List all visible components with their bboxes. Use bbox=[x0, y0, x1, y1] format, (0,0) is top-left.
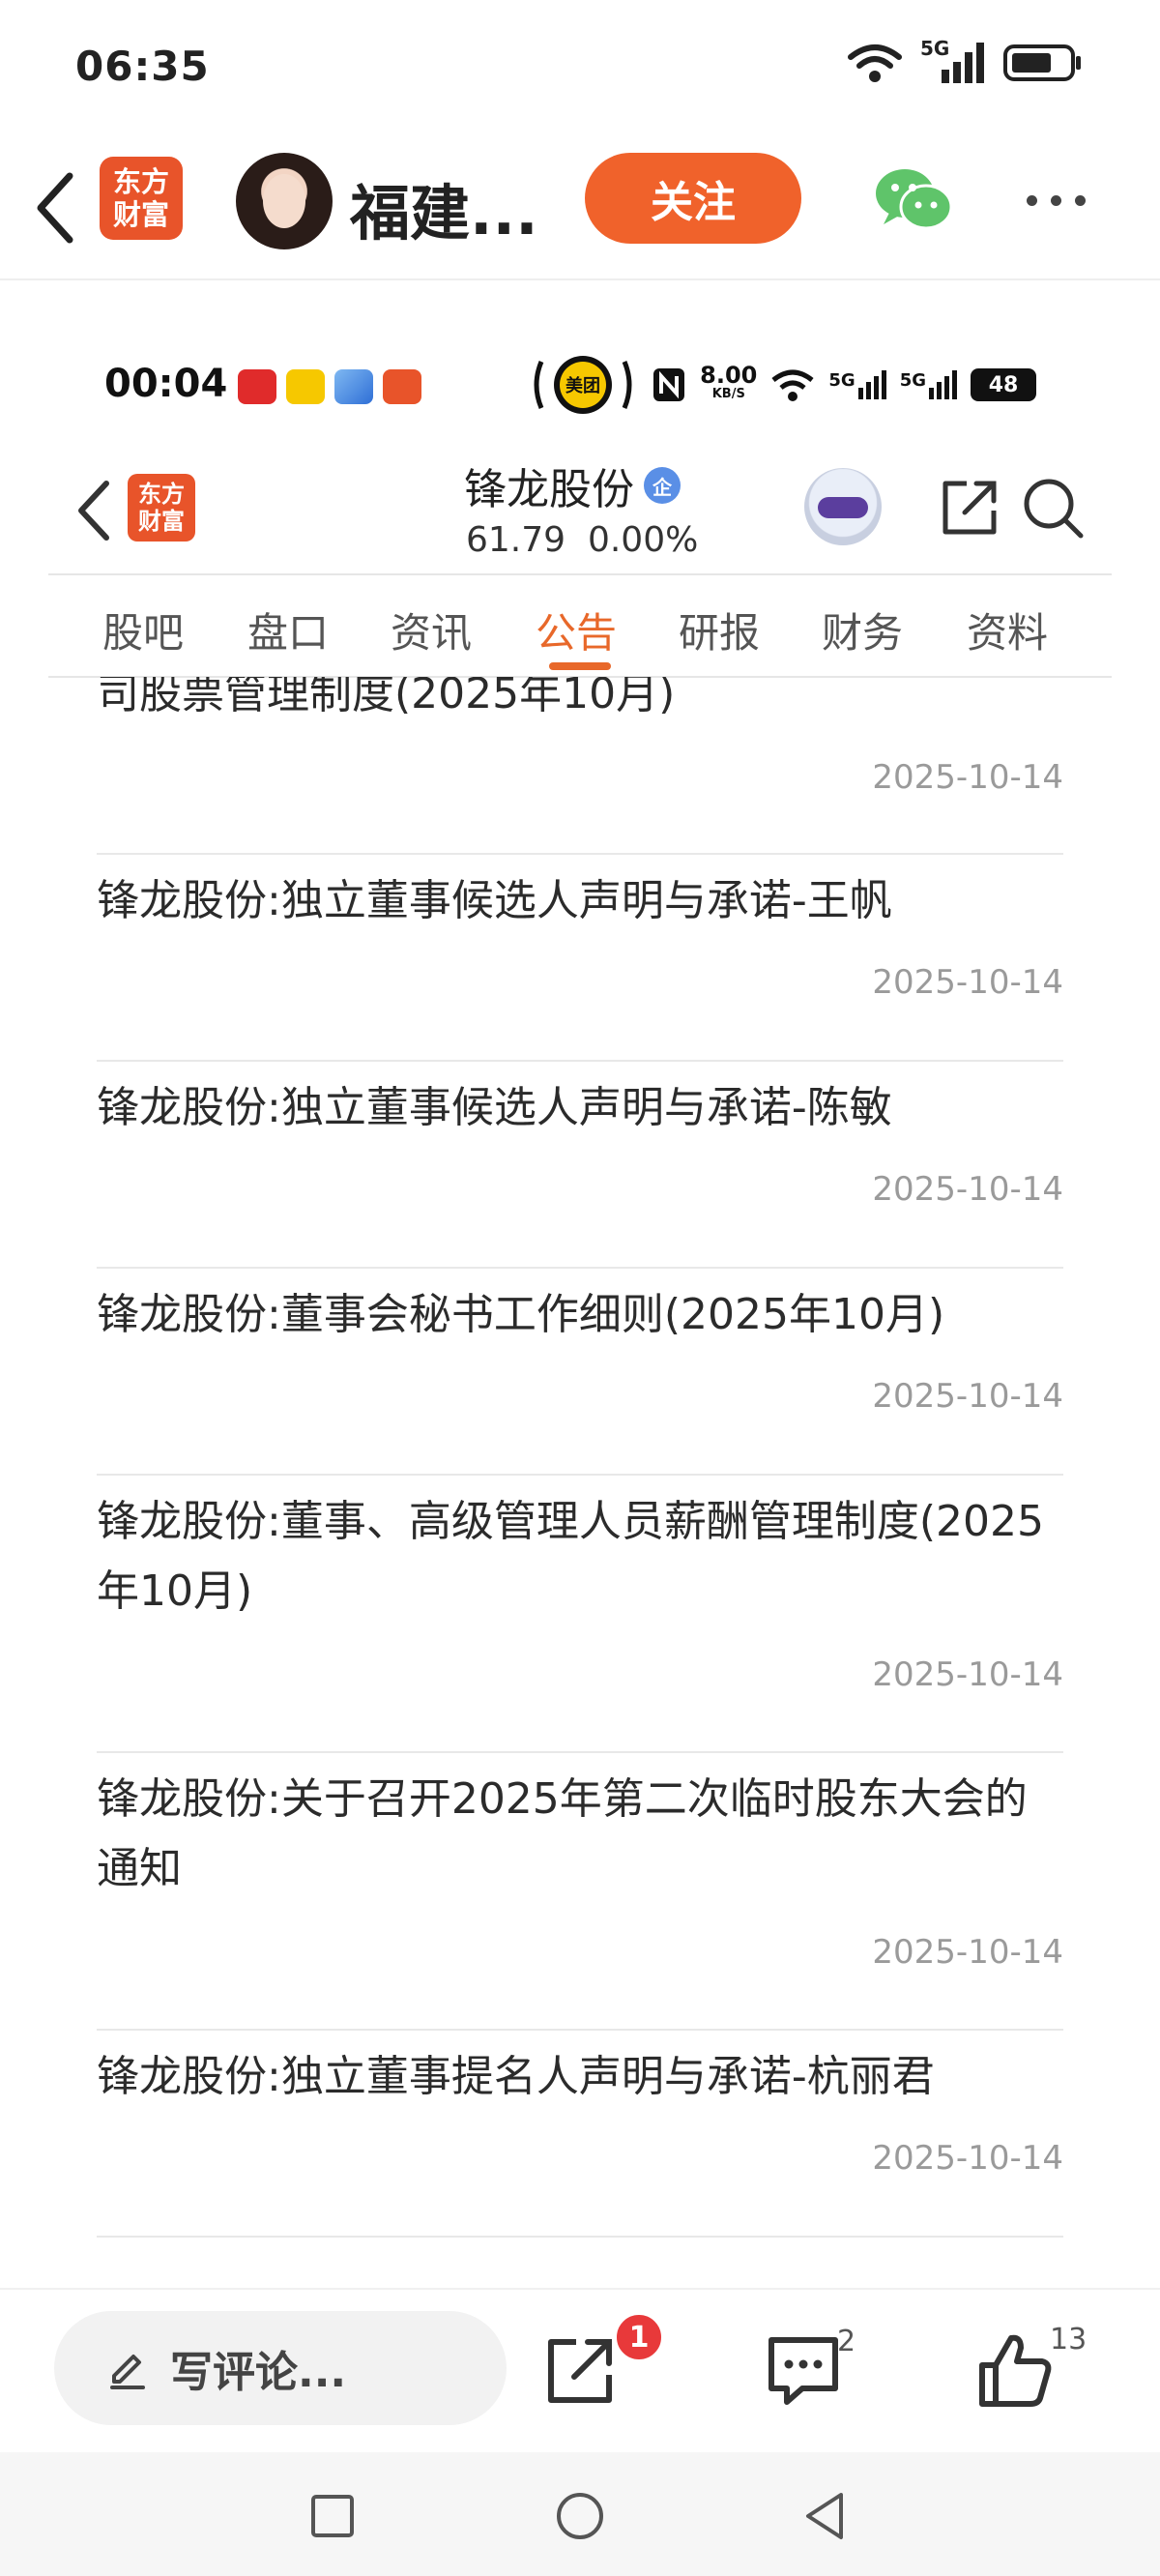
notice-date: 2025-10-14 bbox=[872, 2139, 1063, 2178]
comment-icon[interactable] bbox=[760, 2327, 847, 2414]
pencil-icon bbox=[110, 2355, 145, 2389]
nfc-icon bbox=[653, 368, 685, 401]
cellular-signal-icon: 5G bbox=[920, 37, 986, 85]
verified-badge: 企 bbox=[644, 467, 681, 504]
network-speed: 8.00 KB/S bbox=[700, 362, 758, 401]
stock-price: 61.79 bbox=[466, 520, 566, 560]
comment-placeholder: 写评论... bbox=[170, 2348, 347, 2397]
share-icon[interactable] bbox=[938, 476, 1001, 540]
back-nav-button[interactable] bbox=[798, 2489, 853, 2543]
post-action-bar: 写评论... 1 2 13 bbox=[0, 2288, 1160, 2452]
embedded-battery-icon: 48 bbox=[971, 368, 1036, 401]
back-button[interactable] bbox=[27, 164, 85, 251]
battery-icon bbox=[1003, 44, 1081, 81]
comment-count: 2 bbox=[837, 2325, 856, 2358]
app-icon bbox=[238, 369, 276, 404]
author-name[interactable]: 福建... bbox=[350, 164, 538, 251]
comment-input[interactable]: 写评论... bbox=[54, 2311, 507, 2425]
list-item[interactable]: 锋龙股份:独立董事候选人声明与承诺-王帆 2025-10-14 bbox=[97, 855, 1063, 1062]
tab-announcements[interactable]: 公告 bbox=[536, 600, 617, 659]
stock-tab-bar: 股吧 盘口 资讯 公告 研报 财务 资料 bbox=[48, 577, 1112, 678]
wifi-icon bbox=[771, 369, 814, 401]
back-button[interactable] bbox=[70, 472, 118, 549]
list-item[interactable]: 锋龙股份:董事会秘书工作细则(2025年10月) 2025-10-14 bbox=[97, 1269, 1063, 1476]
wechat-share-icon[interactable] bbox=[870, 161, 957, 238]
logo-line-2: 财富 bbox=[138, 508, 185, 535]
status-icons: 5G bbox=[847, 37, 1083, 85]
app-logo[interactable]: 东方 财富 bbox=[128, 474, 195, 542]
notice-title: 锋龙股份:独立董事候选人声明与承诺-陈敏 bbox=[97, 1083, 892, 1132]
list-item[interactable]: 锋龙股份:关于召开2025年第二次临时股东大会的通知 2025-10-14 bbox=[97, 1753, 1063, 2031]
author-avatar[interactable] bbox=[236, 153, 333, 249]
notice-date: 2025-10-14 bbox=[872, 1933, 1063, 1972]
list-item[interactable]: 锋龙股份:独立董事候选人声明与承诺-陈敏 2025-10-14 bbox=[97, 1062, 1063, 1269]
thumbs-up-icon[interactable] bbox=[972, 2327, 1059, 2414]
notice-title: 锋龙股份:董事会秘书工作细则(2025年10月) bbox=[97, 1290, 945, 1339]
notice-title: 锋龙股份:关于召开2025年第二次临时股东大会的通知 bbox=[97, 1774, 1028, 1893]
embedded-status-icons: 8.00 KB/S 5G 5G 48 bbox=[652, 362, 1036, 404]
list-item[interactable]: 锋龙股份:独立董事提名人声明与承诺-杭丽君 2025-10-14 bbox=[97, 2031, 1063, 2238]
tab-pankou[interactable]: 盘口 bbox=[247, 600, 329, 659]
meituan-icon bbox=[286, 369, 325, 404]
more-options-button[interactable] bbox=[1027, 186, 1104, 215]
announcement-list: 司股票管理制度(2025年10月) 2025-10-14 锋龙股份:独立董事候选… bbox=[97, 677, 1063, 2287]
embedded-notification-icons bbox=[238, 369, 421, 404]
active-tab-indicator bbox=[549, 662, 611, 670]
app-logo[interactable]: 东方 财富 bbox=[100, 157, 183, 240]
share-badge: 1 bbox=[613, 2311, 665, 2363]
notice-date: 2025-10-14 bbox=[872, 758, 1063, 797]
system-navigation-bar bbox=[0, 2452, 1160, 2576]
sim2-signal-icon: 5G bbox=[900, 370, 957, 399]
list-item[interactable]: 司股票管理制度(2025年10月) 2025-10-14 bbox=[97, 677, 1063, 855]
embedded-status-bar: 00:04 美团 8.00 KB/S 5G 5G 48 bbox=[0, 348, 1160, 425]
status-bar: 06:35 5G bbox=[0, 0, 1160, 135]
stock-name: 锋龙股份 bbox=[464, 465, 634, 514]
like-count: 13 bbox=[1050, 2323, 1088, 2356]
status-time: 06:35 bbox=[75, 43, 210, 90]
logo-line-1: 东方 bbox=[138, 481, 185, 508]
home-button[interactable] bbox=[553, 2489, 607, 2543]
notice-date: 2025-10-14 bbox=[872, 1170, 1063, 1209]
notice-date: 2025-10-14 bbox=[872, 1655, 1063, 1694]
tab-guba[interactable]: 股吧 bbox=[102, 600, 184, 659]
stock-change: 0.00% bbox=[587, 520, 699, 560]
notice-title: 锋龙股份:董事、高级管理人员薪酬管理制度(2025年10月) bbox=[97, 1497, 1044, 1616]
search-icon[interactable] bbox=[1019, 474, 1087, 542]
app-icon bbox=[334, 369, 373, 404]
notice-title: 锋龙股份:独立董事候选人声明与承诺-王帆 bbox=[97, 876, 892, 925]
app-icon bbox=[383, 369, 421, 404]
notice-title: 司股票管理制度(2025年10月) bbox=[97, 677, 676, 718]
post-header: 东方 财富 福建... 关注 bbox=[0, 135, 1160, 280]
meituan-floating-icon: 美团 bbox=[530, 352, 636, 418]
notice-title: 锋龙股份:独立董事提名人声明与承诺-杭丽君 bbox=[97, 2052, 935, 2101]
notice-date: 2025-10-14 bbox=[872, 1377, 1063, 1416]
stock-header: 东方 财富 锋龙股份 企 61.79 0.00% bbox=[48, 445, 1112, 575]
notice-date: 2025-10-14 bbox=[872, 963, 1063, 1002]
ai-assistant-icon[interactable] bbox=[804, 468, 882, 545]
wifi-icon bbox=[848, 44, 902, 82]
tab-news[interactable]: 资讯 bbox=[391, 600, 472, 659]
embedded-status-time: 00:04 bbox=[104, 362, 228, 406]
list-item[interactable]: 锋龙股份:董事、高级管理人员薪酬管理制度(2025年10月) 2025-10-1… bbox=[97, 1476, 1063, 1753]
follow-button[interactable]: 关注 bbox=[585, 153, 801, 244]
stock-quote: 61.79 0.00% bbox=[466, 520, 698, 560]
tab-research[interactable]: 研报 bbox=[679, 600, 760, 659]
logo-line-2: 财富 bbox=[112, 198, 169, 231]
tab-finance[interactable]: 财务 bbox=[822, 600, 903, 659]
stock-title[interactable]: 锋龙股份 企 bbox=[464, 454, 681, 516]
share-icon[interactable] bbox=[537, 2327, 624, 2414]
sim1-signal-icon: 5G bbox=[828, 370, 886, 399]
tab-profile[interactable]: 资料 bbox=[967, 600, 1048, 659]
logo-line-1: 东方 bbox=[112, 165, 169, 198]
recents-button[interactable] bbox=[305, 2489, 360, 2543]
